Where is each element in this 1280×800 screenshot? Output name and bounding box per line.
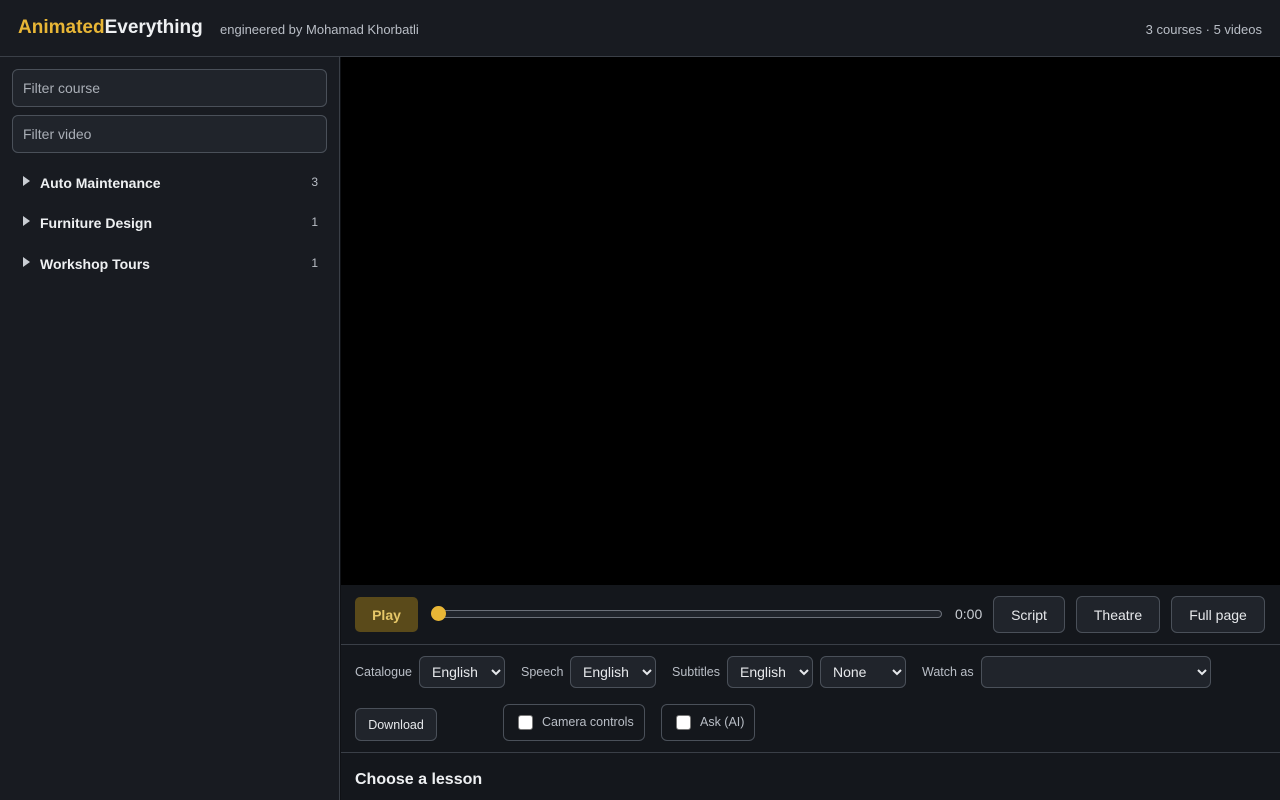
byline: engineered by Mohamad Khorbatli: [220, 22, 419, 37]
theatre-button[interactable]: Theatre: [1076, 596, 1160, 633]
ask-ai-label: Ask (AI): [700, 715, 745, 729]
lesson-heading: Choose a lesson: [355, 771, 483, 788]
course-video-count: 1: [311, 256, 318, 270]
course-name: Auto Maintenance: [40, 175, 161, 191]
subtitles-select[interactable]: English: [727, 656, 813, 688]
speech-label: Speech: [521, 665, 564, 679]
speech-select[interactable]: English: [570, 656, 656, 688]
main-panel: Play 0:00 Script Theatre Full page Catal…: [341, 57, 1280, 800]
course-name: Workshop Tours: [40, 256, 150, 272]
catalogue-select[interactable]: English: [419, 656, 505, 688]
filter-course-input[interactable]: [12, 69, 327, 107]
sidebar: Auto Maintenance 3 Furniture Design 1 Wo…: [0, 57, 340, 800]
video-player[interactable]: [341, 57, 1280, 585]
top-header: AnimatedEverything engineered by Mohamad…: [0, 0, 1280, 57]
watch-as-select[interactable]: [981, 656, 1211, 688]
seek-slider-track[interactable]: [433, 610, 942, 618]
course-video-count: 1: [311, 215, 318, 229]
course-item-workshop-tours[interactable]: Workshop Tours 1: [12, 249, 327, 279]
course-item-auto-maintenance[interactable]: Auto Maintenance 3: [12, 168, 327, 198]
catalogue-stats: 3 courses · 5 videos: [1145, 22, 1262, 37]
watch-as-label: Watch as: [922, 665, 974, 679]
download-button[interactable]: Download: [355, 708, 437, 741]
course-video-count: 3: [311, 175, 318, 189]
options-bar: Catalogue English Speech English Subtitl…: [341, 645, 1280, 753]
subtitles-label: Subtitles: [672, 665, 720, 679]
subtitles-style-select[interactable]: None: [820, 656, 906, 688]
course-item-furniture-design[interactable]: Furniture Design 1: [12, 208, 327, 238]
expand-triangle-icon: [23, 257, 30, 267]
brand-logo[interactable]: AnimatedEverything: [18, 17, 203, 39]
script-button[interactable]: Script: [993, 596, 1065, 633]
play-button[interactable]: Play: [355, 597, 418, 632]
expand-triangle-icon: [23, 216, 30, 226]
catalogue-label: Catalogue: [355, 665, 412, 679]
camera-controls-label: Camera controls: [542, 715, 634, 729]
camera-controls-checkbox[interactable]: [518, 715, 533, 730]
course-name: Furniture Design: [40, 215, 153, 231]
camera-controls-toggle[interactable]: Camera controls: [503, 704, 645, 741]
ask-ai-checkbox[interactable]: [676, 715, 691, 730]
full-page-button[interactable]: Full page: [1171, 596, 1265, 633]
player-controls: Play 0:00 Script Theatre Full page: [341, 585, 1280, 645]
brand-part-everything: Everything: [104, 17, 203, 38]
filter-video-input[interactable]: [12, 115, 327, 153]
brand-part-animated: Animated: [18, 17, 105, 38]
expand-triangle-icon: [23, 176, 30, 186]
seek-slider-thumb[interactable]: [431, 606, 446, 621]
ask-ai-toggle[interactable]: Ask (AI): [661, 704, 755, 741]
time-readout: 0:00: [955, 606, 983, 622]
